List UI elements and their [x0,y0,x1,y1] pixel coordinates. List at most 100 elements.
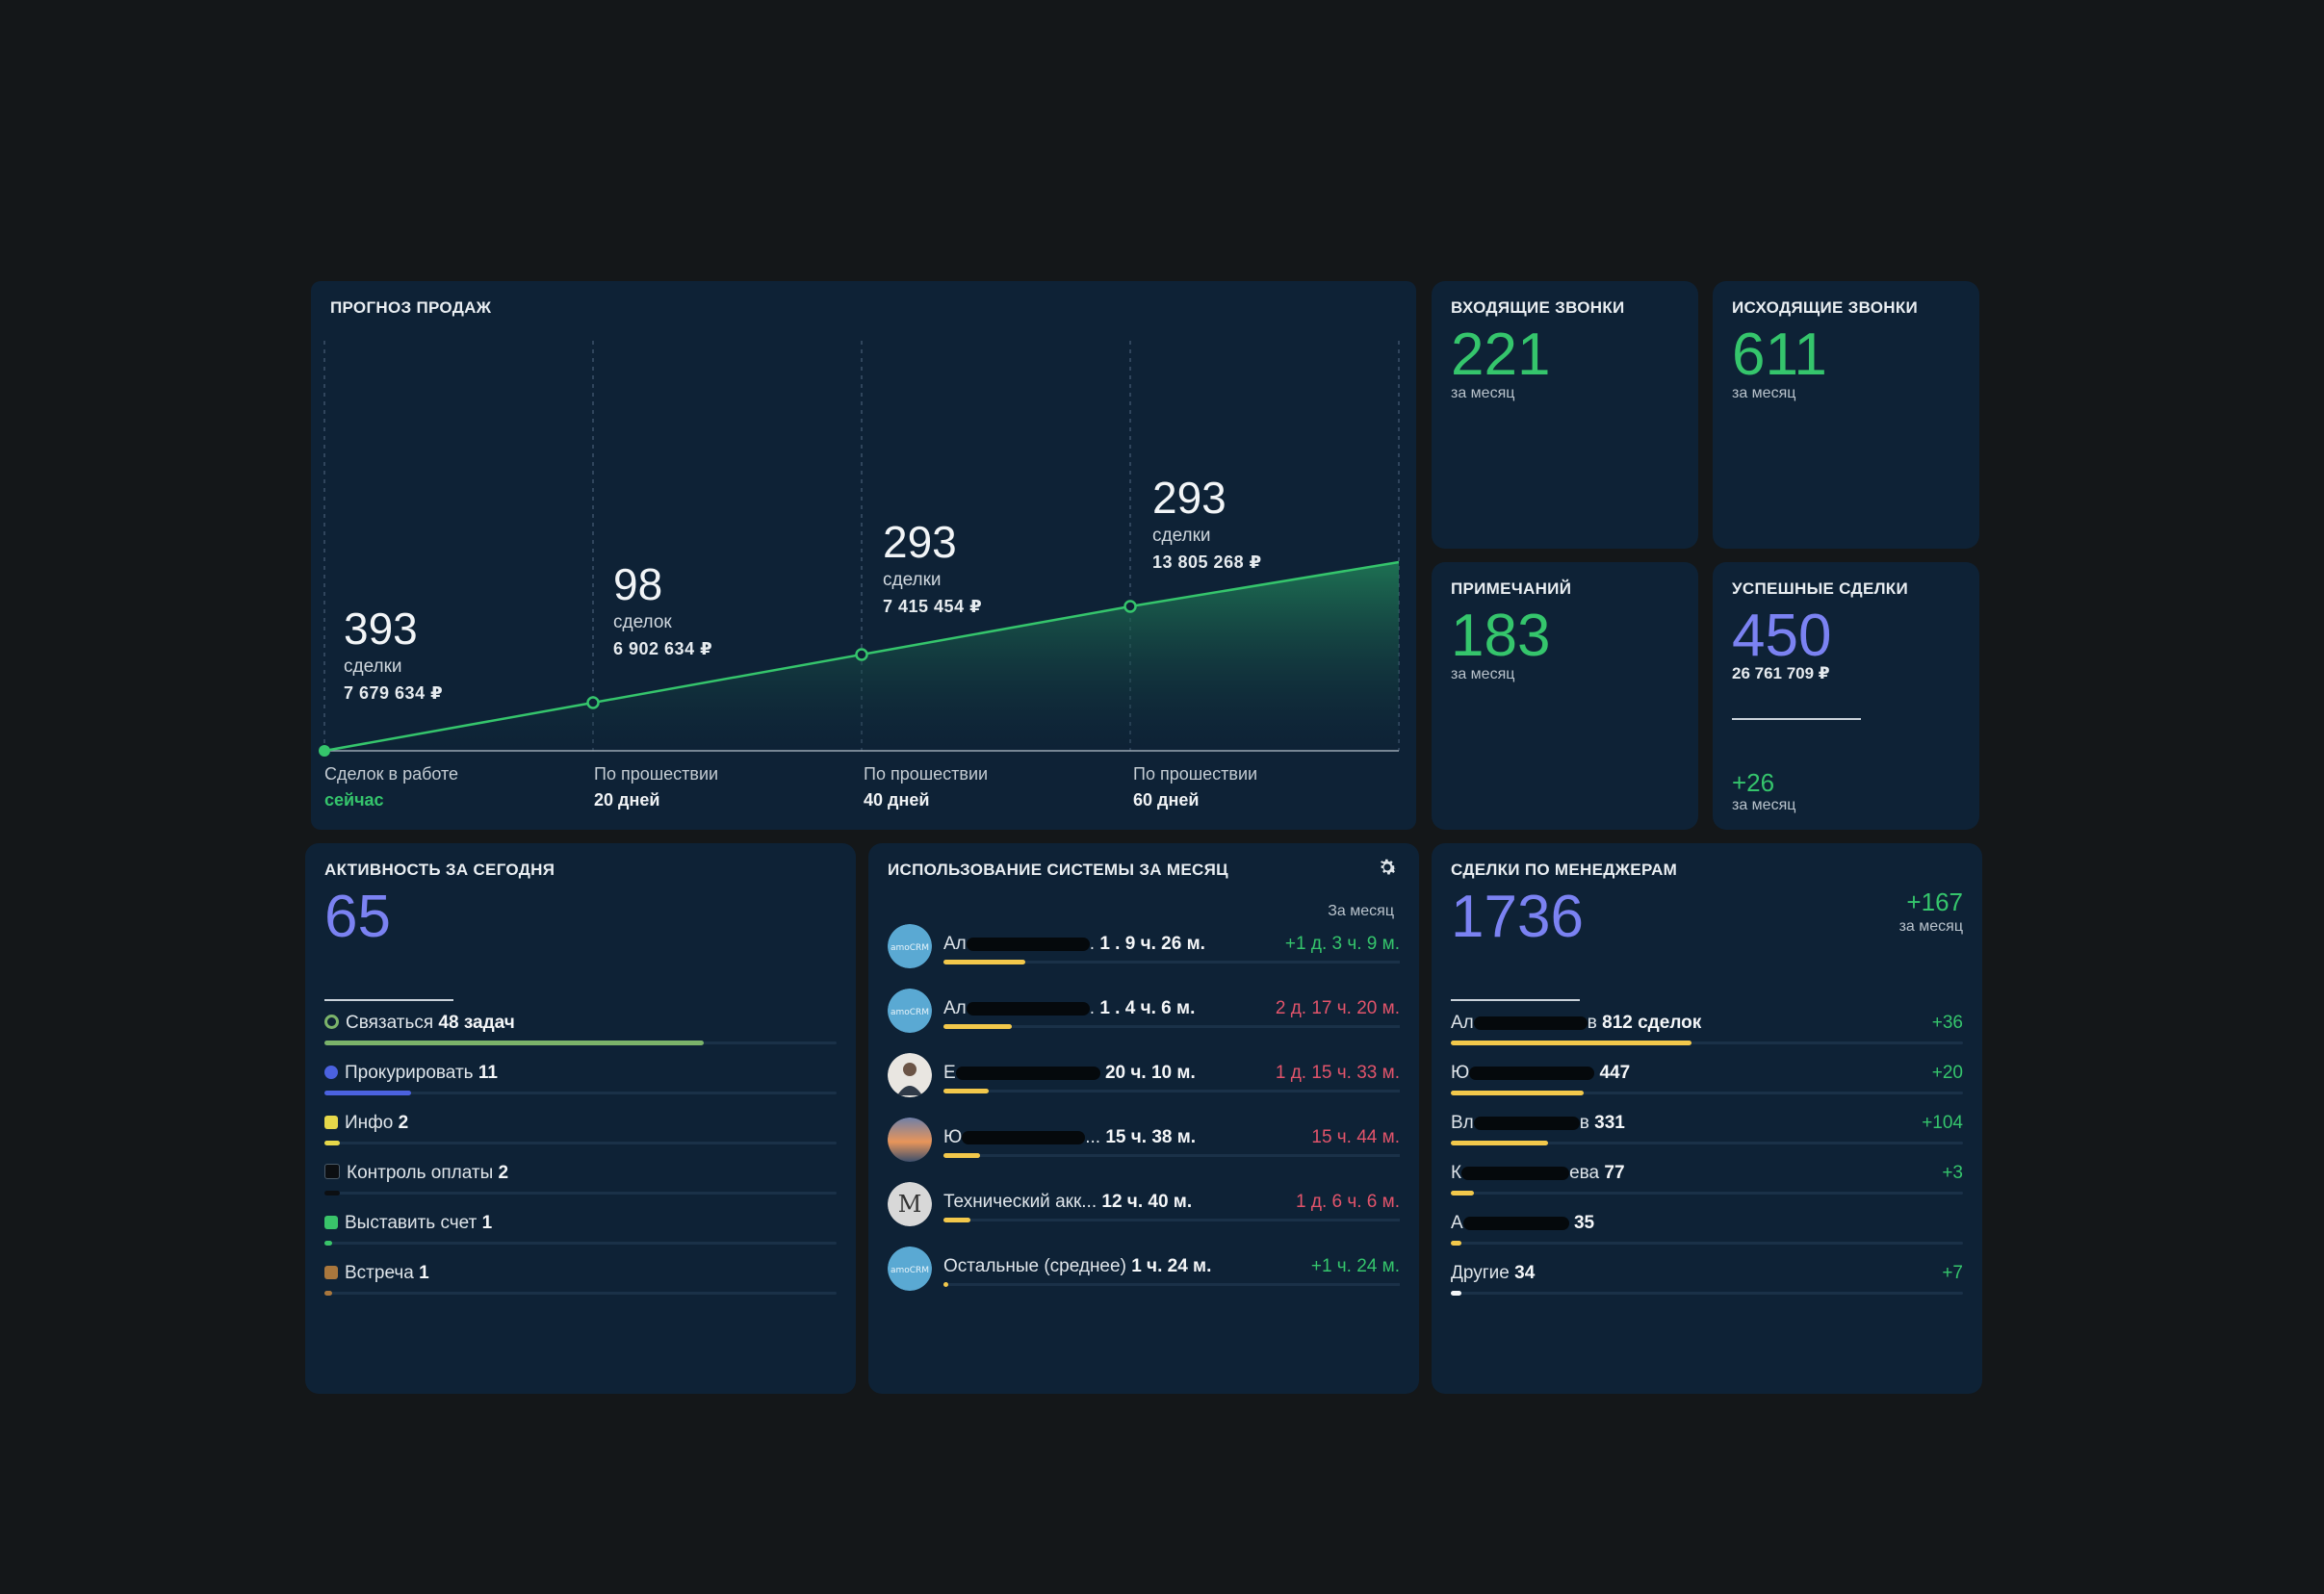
redacted-text [1469,1066,1595,1080]
activity-count: 11 [478,1063,498,1083]
system-usage-period: За месяц [1328,903,1394,919]
forecast-stage-unit: сделки [883,570,942,590]
manager-row[interactable]: Ю 447 +20 [1451,1063,1963,1113]
deals-by-manager-delta: +167 [1906,887,1963,916]
square-icon [324,1164,340,1179]
usage-row[interactable]: amoCRM Ал. 1 . 9 ч. 26 м. +1 д. 3 ч. 9 м. [888,924,1400,982]
successful-deals-amount: 26 761 709 ₽ [1732,664,1830,682]
outgoing-calls-period: за месяц [1732,385,1796,401]
manager-track [1451,1291,1963,1296]
manager-track [1451,1091,1963,1095]
notes-title: ПРИМЕЧАНИЙ [1451,579,1572,598]
activity-row[interactable]: Связаться 48 задач [324,1013,837,1063]
activity-row[interactable]: Выставить счет 1 [324,1213,837,1263]
forecast-caption-when: 20 дней [594,790,660,810]
forecast-stage-count: 98 [613,559,663,609]
usage-user-name: Е 20 ч. 10 м. [943,1063,1196,1084]
activity-row[interactable]: Инфо 2 [324,1113,837,1163]
usage-row[interactable]: amoCRM Ал. 1 . 4 ч. 6 м. 2 д. 17 ч. 20 м. [888,989,1400,1046]
notes-card[interactable]: ПРИМЕЧАНИЙ 183 за месяц [1432,562,1698,830]
manager-name-prefix: Ал [1451,1013,1474,1033]
activity-row[interactable]: Встреча 1 [324,1263,837,1313]
activity-count: 2 [498,1163,509,1183]
manager-row[interactable]: Другие 34 +7 [1451,1263,1963,1313]
svg-text:M: M [898,1191,922,1218]
forecast-stage-amount: 13 805 268 ₽ [1152,553,1262,572]
usage-track [943,960,1400,964]
manager-row[interactable]: Вл в 331 +104 [1451,1113,1963,1163]
manager-name-suffix: в [1587,1013,1597,1033]
usage-time: 15 ч. 38 м. [1105,1127,1197,1147]
activity-count: 1 [419,1263,429,1283]
forecast-stage-amount: 7 415 454 ₽ [883,597,983,616]
notes-value: 183 [1451,603,1551,669]
manager-name-suffix: в [1579,1113,1589,1133]
usage-delta: +1 д. 3 ч. 9 м. [1284,934,1400,954]
activity-total: 65 [324,884,391,950]
manager-fill [1451,1241,1461,1246]
forecast-caption-now: Сделок в работе сейчас [324,764,458,810]
usage-name-suffix: ... [1085,1127,1101,1147]
usage-name-prefix: Технический акк... [943,1192,1097,1212]
manager-row[interactable]: Кева 77 +3 [1451,1163,1963,1213]
manager-track [1451,1241,1963,1246]
redacted-text [962,1130,1086,1144]
manager-deals-count: 77 [1604,1163,1625,1183]
redacted-text [1462,1216,1569,1230]
forecast-stage-unit: сделок [613,612,672,632]
usage-name-prefix: Остальные (среднее) [943,1256,1126,1276]
activity-fill [324,1041,704,1045]
manager-name-prefix: Ю [1451,1063,1470,1083]
successful-deals-title: УСПЕШНЫЕ СДЕЛКИ [1732,579,1908,598]
forecast-point [855,648,868,661]
forecast-caption-60: По прошествии 60 дней [1133,764,1257,810]
usage-track [943,1024,1400,1029]
manager-deals-count: 812 сделок [1602,1013,1702,1033]
usage-track [943,1218,1400,1222]
forecast-caption-label: По прошествии [864,764,989,784]
activity-label: Прокурировать [345,1063,474,1083]
forecast-stage-count: 293 [1152,473,1227,523]
activity-label: Встреча [345,1263,414,1283]
activity-track [324,1291,837,1296]
deals-by-manager-title: СДЕЛКИ ПО МЕНЕДЖЕРАМ [1451,861,1678,879]
activity-label: Инфо [345,1113,394,1133]
settings-gear-icon[interactable] [1375,855,1400,880]
usage-name-prefix: Ю [943,1127,963,1147]
incoming-calls-value: 221 [1451,321,1551,388]
usage-row[interactable]: amoCRM Остальные (среднее) 1 ч. 24 м. +1 ч… [888,1247,1400,1304]
forecast-stage-count: 393 [344,604,418,654]
usage-row[interactable]: Ю... 15 ч. 38 м. 15 ч. 44 м. [888,1118,1400,1175]
activity-row[interactable]: Прокурировать 11 [324,1063,837,1113]
activity-track [324,1141,837,1145]
usage-name-prefix: Е [943,1063,956,1083]
activity-fill [324,1141,340,1145]
manager-name-prefix: Другие [1451,1263,1510,1283]
manager-row[interactable]: А 35 [1451,1213,1963,1263]
forecast-caption-label: По прошествии [594,764,719,784]
usage-time: 1 . 4 ч. 6 м. [1099,998,1196,1018]
usage-row[interactable]: Е 20 ч. 10 м. 1 д. 15 ч. 33 м. [888,1053,1400,1111]
successful-deals-card[interactable]: УСПЕШНЫЕ СДЕЛКИ 450 26 761 709 ₽ +26 за … [1713,562,1979,830]
manager-track [1451,1141,1963,1145]
usage-row[interactable]: M Технический акк... 12 ч. 40 м. 1 д. 6 ч.… [888,1182,1400,1240]
activity-track [324,1241,837,1246]
forecast-caption-40: По прошествии 40 дней [864,764,988,810]
forecast-caption-label: По прошествии [1133,764,1258,784]
outgoing-calls-title: ИСХОДЯЩИЕ ЗВОНКИ [1732,298,1919,317]
usage-fill [943,1153,980,1158]
activity-row[interactable]: Контроль оплаты 2 [324,1163,837,1213]
incoming-calls-card[interactable]: ВХОДЯЩИЕ ЗВОНКИ 221 за месяц [1432,281,1698,549]
svg-text:amoCRM: amoCRM [891,1008,929,1017]
usage-delta: 2 д. 17 ч. 20 м. [1275,998,1400,1018]
user-avatar: amoCRM [888,989,932,1033]
manager-deals-count: 447 [1599,1063,1631,1083]
manager-delta: +3 [1942,1163,1963,1183]
redacted-text [966,937,1090,951]
usage-name-suffix: . [1089,998,1096,1018]
activity-track [324,1191,837,1196]
redacted-text [1473,1016,1588,1030]
forecast-stage-60: 293 сделки 13 805 268 ₽ [1152,476,1262,573]
outgoing-calls-card[interactable]: ИСХОДЯЩИЕ ЗВОНКИ 611 за месяц [1713,281,1979,549]
manager-row[interactable]: Ал в 812 сделок +36 [1451,1013,1963,1063]
